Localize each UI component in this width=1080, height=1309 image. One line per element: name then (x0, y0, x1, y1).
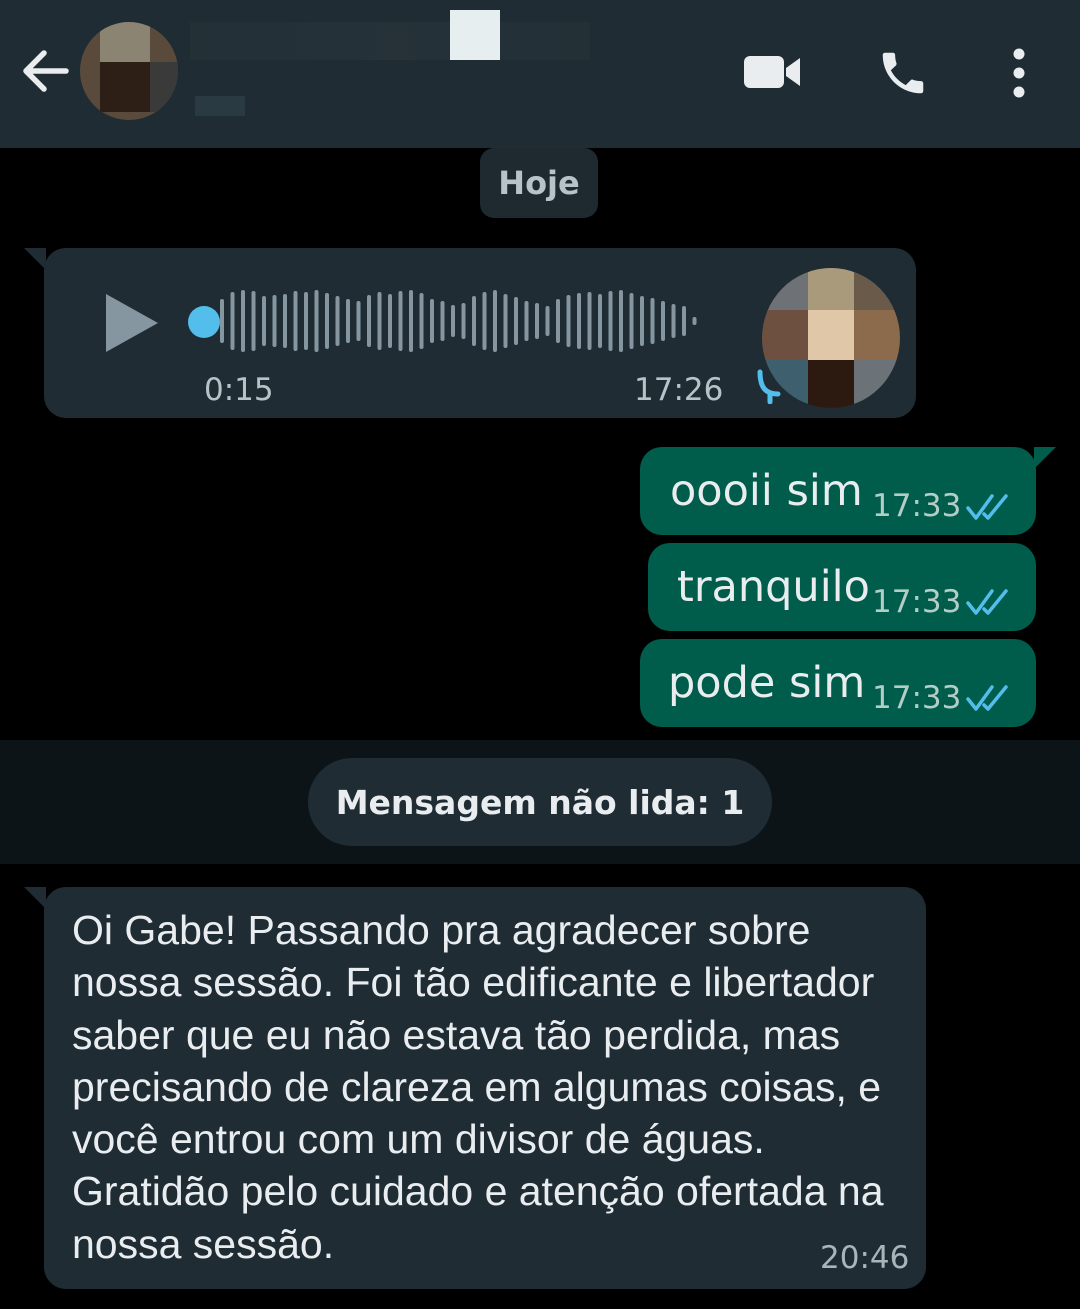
waveform-bar (262, 296, 266, 346)
message-time: 17:33 (872, 488, 962, 524)
read-ticks-icon (966, 685, 1008, 711)
waveform-bar (482, 292, 487, 350)
waveform-bar (335, 296, 340, 346)
waveform-bar (514, 297, 518, 345)
waveform-bar (230, 292, 235, 350)
bubble-tail (24, 887, 46, 909)
message-text: Oi Gabe! Passando pra agradecer sobre no… (72, 907, 884, 1267)
waveform-bar (430, 299, 434, 343)
unread-divider: Mensagem não lida: 1 (308, 758, 772, 846)
waveform-bar (577, 293, 581, 349)
waveform-bar (251, 291, 256, 351)
waveform-bar (314, 290, 319, 352)
mic-icon (757, 369, 781, 404)
video-call-icon[interactable] (742, 52, 802, 92)
message-time: 17:33 (872, 584, 962, 620)
waveform-bar (545, 306, 550, 336)
waveform-bar (472, 296, 476, 346)
waveform-bar (619, 290, 623, 352)
contact-avatar[interactable] (80, 22, 178, 120)
waveform-bar (503, 294, 508, 348)
arrow-left-icon[interactable] (18, 44, 72, 98)
play-icon[interactable] (102, 292, 160, 354)
waveform-bar (566, 295, 571, 347)
waveform-bar (692, 317, 697, 325)
redaction-block (450, 10, 500, 60)
waveform-bar (367, 295, 371, 347)
waveform-bar (524, 301, 529, 341)
waveform-bar (377, 292, 382, 350)
waveform-bar (398, 291, 403, 351)
message-text: tranquilo (677, 562, 870, 612)
waveform-bar (388, 294, 392, 348)
waveform-bar (661, 301, 665, 341)
message-time: 17:26 (634, 372, 724, 408)
waveform-bar (356, 301, 361, 341)
waveform-bar (535, 303, 539, 339)
waveform-bar (409, 290, 413, 352)
waveform-bar (220, 299, 224, 343)
phone-call-icon[interactable] (876, 46, 930, 100)
audio-waveform[interactable] (210, 288, 710, 354)
chat-header (0, 0, 1080, 148)
waveform-bar (293, 291, 298, 351)
waveform-bar (241, 290, 245, 352)
waveform-bar (346, 299, 350, 343)
waveform-bar (440, 301, 445, 341)
contact-status-redacted (195, 96, 245, 116)
waveform-bar (671, 304, 676, 338)
waveform-bar (325, 293, 329, 349)
waveform-bar (419, 293, 424, 349)
more-vert-icon[interactable] (1005, 46, 1033, 100)
waveform-bar (556, 299, 560, 343)
waveform-bar (272, 295, 277, 347)
waveform-bar (629, 293, 634, 349)
waveform-bar (461, 303, 466, 339)
waveform-bar (587, 292, 592, 350)
voice-duration: 0:15 (204, 372, 274, 408)
message-time: 17:33 (872, 680, 962, 716)
waveform-bar (283, 294, 287, 348)
message-time: 20:46 (820, 1240, 910, 1276)
waveform-bar (682, 306, 686, 336)
waveform-bar (608, 291, 613, 351)
message-text: pode sim (668, 658, 866, 708)
waveform-bar (640, 296, 644, 346)
bubble-tail (24, 248, 46, 270)
read-ticks-icon (966, 589, 1008, 615)
message-text: oooii sim (670, 466, 863, 516)
bubble-tail (1034, 447, 1056, 469)
waveform-bar (304, 292, 308, 350)
waveform-bar (598, 294, 602, 348)
read-ticks-icon (966, 494, 1008, 520)
date-divider: Hoje (480, 148, 598, 218)
waveform-bar (493, 290, 497, 352)
seek-handle[interactable] (188, 306, 220, 338)
waveform-bar (650, 298, 655, 344)
contact-name-redacted[interactable] (190, 22, 590, 60)
waveform-bar (451, 305, 455, 337)
